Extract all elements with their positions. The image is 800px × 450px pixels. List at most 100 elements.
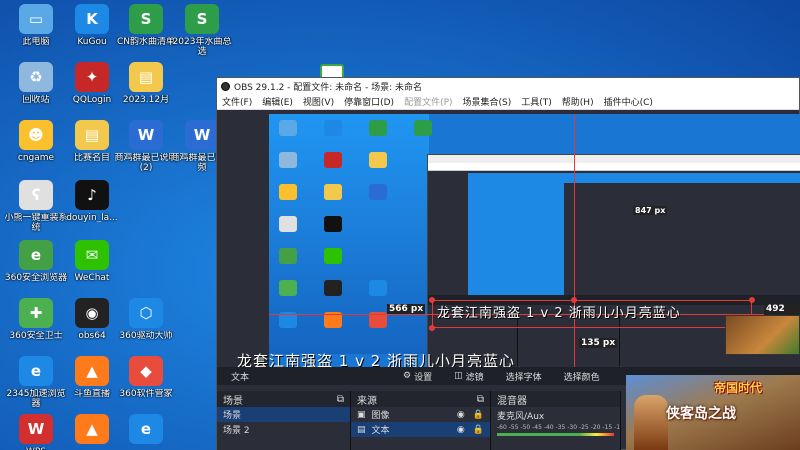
- window-title: OBS 29.1.2 - 配置文件: 未命名 - 场景: 未命名: [234, 82, 423, 93]
- desktop-shortcut[interactable]: e 2345加速浏览器: [4, 356, 68, 414]
- browser-2345-icon: e: [19, 356, 53, 386]
- mixer-scale-ticks: -60 -55 -50 -45 -40 -35 -30 -25 -20 -15 …: [497, 424, 620, 431]
- desktop-shortcut[interactable]: ▭ 此电脑: [4, 4, 68, 62]
- menu-plugins[interactable]: 插件中心(C): [599, 95, 658, 108]
- desktop-shortcut[interactable]: S CN韵水曲清单: [114, 4, 178, 62]
- game-ad-banner[interactable]: 帝国时代 侠客岛之战: [626, 375, 800, 450]
- menu-view[interactable]: 视图(V): [298, 95, 339, 108]
- desktop-shortcut[interactable]: ⬡ 360驱动大师: [114, 298, 178, 356]
- title-bar: OBS 29.1.2 - 配置文件: 未命名 - 场景: 未命名: [217, 78, 799, 94]
- desktop-shortcut-label: 此电脑: [22, 37, 50, 47]
- mini-qqlogin-icon: [324, 152, 342, 168]
- browser-360-icon: e: [19, 240, 53, 270]
- select-font-button[interactable]: 选择字体: [506, 370, 542, 383]
- mini-spreadsheet-icon: [414, 120, 432, 136]
- text-source-icon: ▤: [357, 424, 366, 435]
- mini-folder-icon: [369, 152, 387, 168]
- desktop-shortcut[interactable]: ♻ 回收站: [4, 62, 68, 120]
- file-icon: ▤: [75, 120, 109, 150]
- scene-item[interactable]: 场景 2: [217, 422, 350, 437]
- desktop-shortcut[interactable]: ʕ 小熊一键重装系统: [4, 180, 68, 238]
- mixer-title: 混音器: [497, 395, 527, 407]
- menu-tools[interactable]: 工具(T): [516, 95, 557, 108]
- mini-security-icon: [279, 280, 297, 296]
- settings-button[interactable]: ⚙ 设置: [403, 370, 432, 383]
- source-label: 图像: [371, 411, 390, 421]
- desktop-shortcut[interactable]: S 2023年水曲总选: [170, 4, 234, 62]
- douyu-icon: ▲: [75, 414, 109, 444]
- menu-edit[interactable]: 编辑(E): [257, 95, 298, 108]
- warrior-figure: [634, 395, 668, 450]
- eye-icon[interactable]: ◉: [457, 425, 465, 435]
- desktop-shortcut[interactable]: ✚ 360安全卫士: [4, 298, 68, 356]
- select-color-button[interactable]: 选择颜色: [564, 370, 600, 383]
- px-label-bottom: 135 px: [579, 338, 618, 348]
- scenes-dock: 场景 ⧉ 场景 场景 2: [217, 391, 351, 450]
- security-360-icon: ✚: [19, 298, 53, 328]
- nested-preview: [468, 173, 800, 295]
- menu-help[interactable]: 帮助(H): [557, 95, 599, 108]
- undock-icon[interactable]: ⧉: [337, 394, 344, 405]
- menu-file[interactable]: 文件(F): [217, 95, 257, 108]
- computer-icon: ▭: [19, 4, 53, 34]
- game-logo: 帝国时代: [714, 381, 763, 395]
- obs-logo-icon: [221, 81, 230, 91]
- px-label-inner: 847 px: [633, 206, 668, 215]
- transform-handle-tl[interactable]: [429, 297, 435, 303]
- menu-scene-collection[interactable]: 场景集合(S): [458, 95, 517, 108]
- filters-button[interactable]: ◫ 滤镜: [454, 370, 484, 383]
- bear-icon: ʕ: [19, 180, 53, 210]
- desktop-shortcut-label: 2023.12月: [122, 95, 170, 105]
- sources-dock-header: 来源 ⧉: [351, 391, 490, 407]
- preview-canvas[interactable]: 566 px 135 px 492 px 847 px 龙套江南强盗 1 v 2…: [269, 114, 800, 367]
- preview-inner-text-overlay: 龙套江南强盗 1 v 2 浙雨儿小月亮蓝心: [437, 306, 681, 321]
- nested-titlebar: [428, 155, 800, 163]
- desktop-shortcut-label: 2023年水曲总选: [172, 37, 232, 57]
- mini-douyin-icon: [324, 216, 342, 232]
- source-item[interactable]: ▤ 文本 ◉ 🔒: [351, 422, 490, 437]
- spreadsheet-icon: S: [185, 4, 219, 34]
- cngame-icon: ☻: [19, 120, 53, 150]
- mini-word-icon: [369, 184, 387, 200]
- game-subtitle: 侠客岛之战: [666, 406, 736, 422]
- desktop-shortcut[interactable]: ◆ 360软件管家: [114, 356, 178, 414]
- selected-source-name: 文本: [231, 372, 250, 383]
- menu-profile[interactable]: 配置文件(P): [399, 95, 457, 108]
- menu-bar: 文件(F) 编辑(E) 视图(V) 停靠窗口(D) 配置文件(P) 场景集合(S…: [217, 94, 799, 110]
- mini-driver-icon: [369, 280, 387, 296]
- qqlogin-icon: ✦: [75, 62, 109, 92]
- desktop-shortcut[interactable]: WWPS: [4, 414, 68, 450]
- mini-computer-icon: [279, 120, 297, 136]
- desktop-shortcut-label: 360软件管家: [119, 389, 173, 399]
- volume-meter[interactable]: [497, 433, 614, 436]
- filter-icon: ◫: [454, 371, 463, 381]
- lock-icon[interactable]: 🔒: [473, 425, 484, 435]
- game-ad-thumbnail[interactable]: [725, 315, 800, 355]
- eye-icon[interactable]: ◉: [457, 410, 465, 420]
- folder-icon: ▤: [129, 62, 163, 92]
- undock-icon[interactable]: ⧉: [477, 394, 484, 405]
- spreadsheet-icon: S: [129, 4, 163, 34]
- scene-item[interactable]: 场景: [217, 407, 350, 422]
- desktop-shortcut[interactable]: ✉ WeChat: [60, 240, 124, 298]
- desktop-shortcut[interactable]: e 360安全浏览器: [4, 240, 68, 298]
- source-item[interactable]: ▣ 图像 ◉ 🔒: [351, 407, 490, 422]
- mini-bear-icon: [279, 216, 297, 232]
- desktop-shortcut[interactable]: ☻ cngame: [4, 120, 68, 178]
- image-icon: ▣: [357, 409, 366, 420]
- desktop-shortcut[interactable]: e: [114, 414, 178, 450]
- wechat-icon: ✉: [75, 240, 109, 270]
- desktop-shortcut[interactable]: W 商鸡群最已说明(2): [114, 120, 178, 178]
- transform-handle-bl[interactable]: [429, 325, 435, 331]
- desktop-shortcut[interactable]: ▤ 2023.12月: [114, 62, 178, 120]
- mini-kugou-icon: [324, 120, 342, 136]
- nested-deeper-capture: [564, 183, 800, 295]
- transform-handle-tr[interactable]: [749, 297, 755, 303]
- desktop-shortcut-label: cngame: [17, 153, 55, 163]
- filters-label: 滤镜: [465, 372, 484, 383]
- sources-title: 来源: [357, 395, 377, 407]
- mini-spreadsheet-icon: [369, 120, 387, 136]
- menu-docks[interactable]: 停靠窗口(D): [339, 95, 399, 108]
- desktop-shortcut[interactable]: ♪ douyin_la...: [60, 180, 124, 238]
- lock-icon[interactable]: 🔒: [473, 410, 484, 420]
